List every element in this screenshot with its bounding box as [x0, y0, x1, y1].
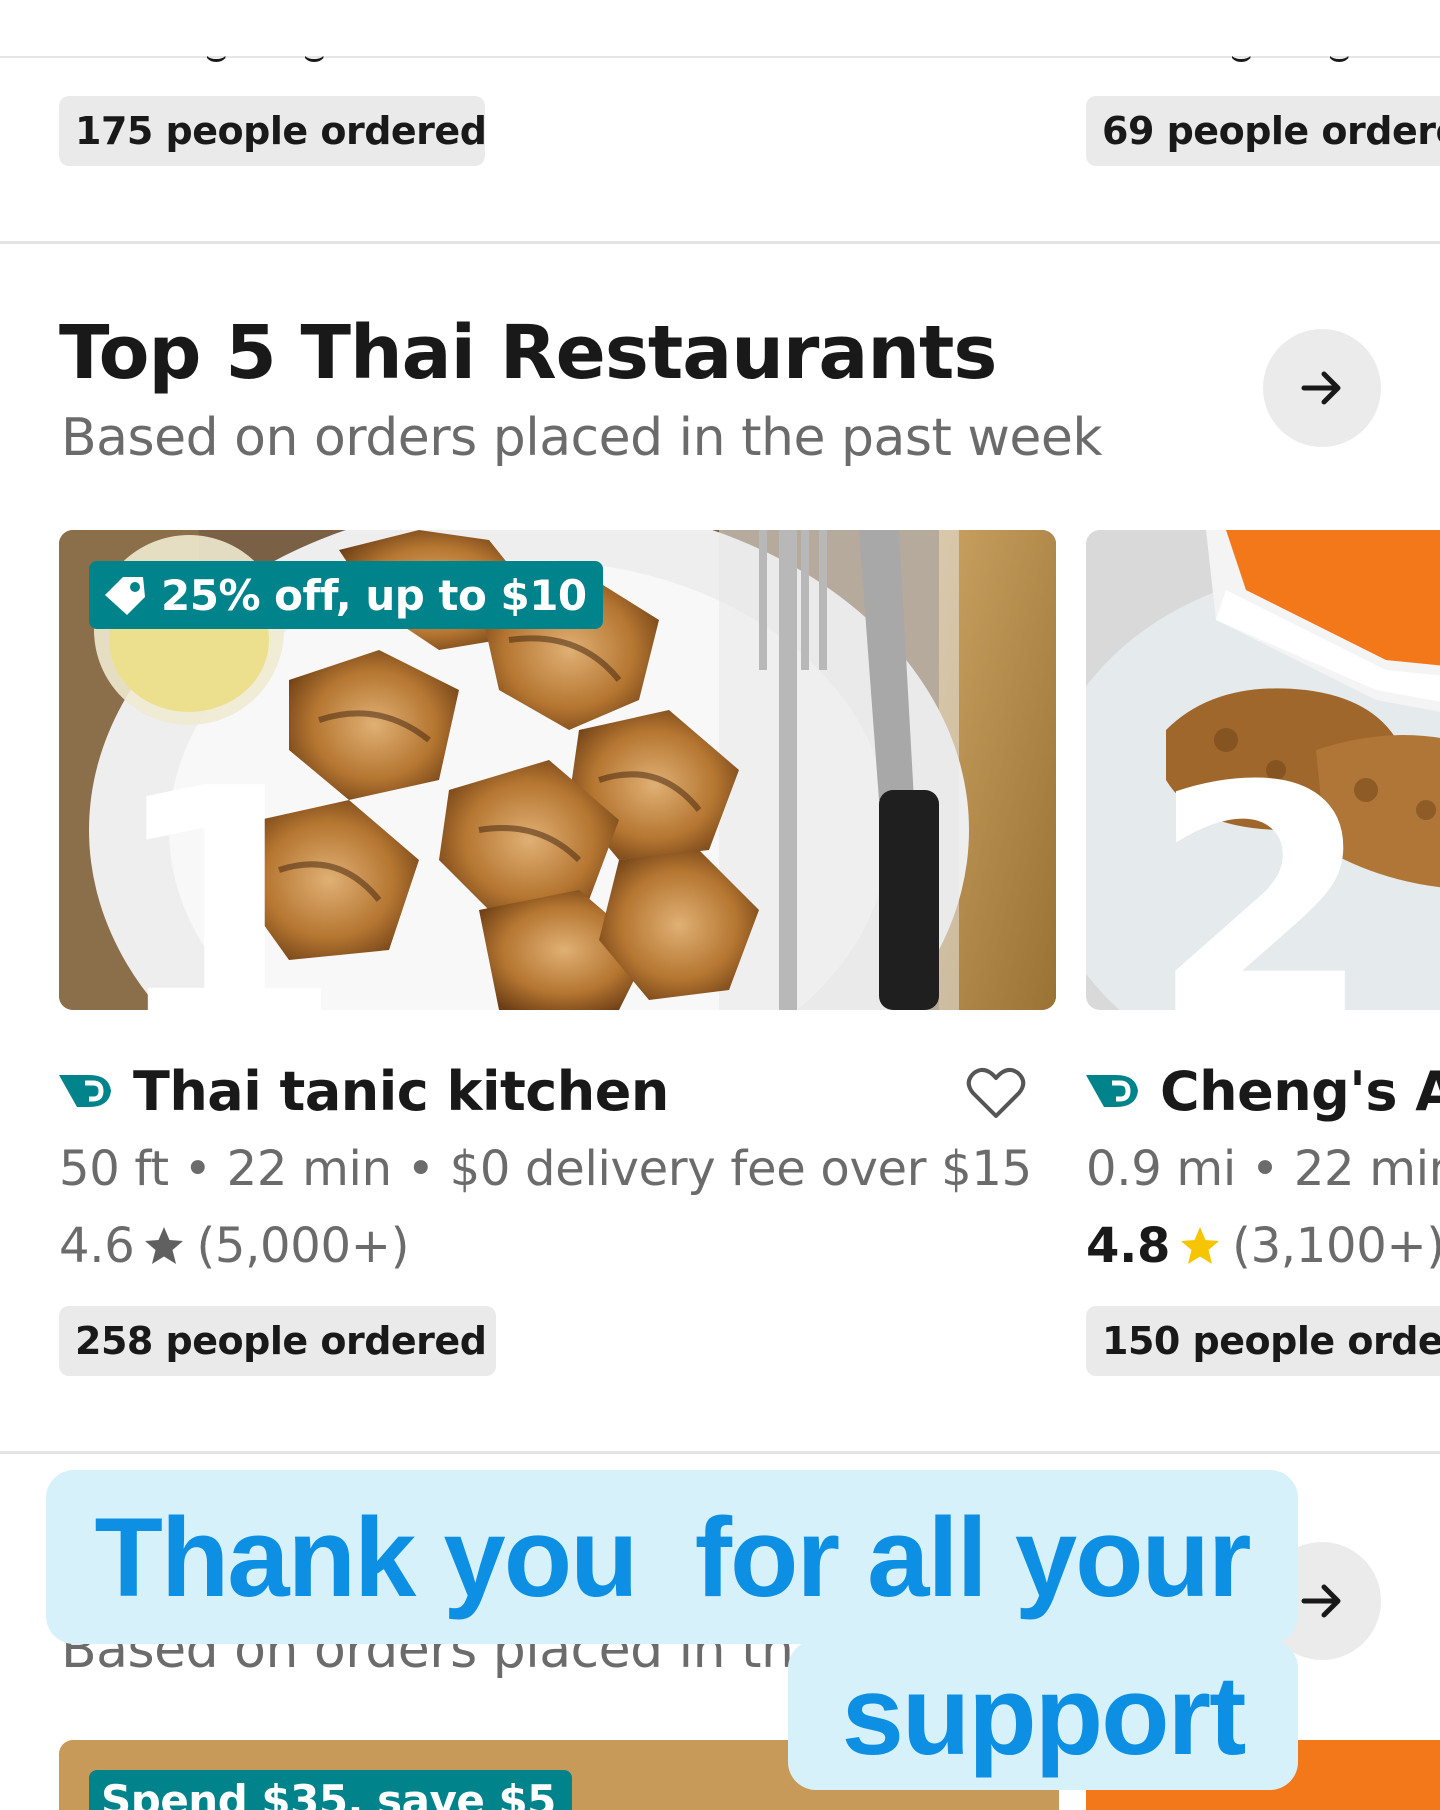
restaurant-meta: 50 ft • 22 min • $0 delivery fee over $1… [59, 1141, 1032, 1197]
star-icon [142, 1224, 186, 1268]
rating-value-2: 4.8 [1086, 1218, 1170, 1274]
promo-badge-2: Spend $35, save $5 [89, 1770, 572, 1810]
rating-value: 4.6 [59, 1218, 134, 1274]
clipped-rating-text: ⌣ ⌣ [205, 36, 325, 76]
rank-number-2: 2 [1150, 745, 1373, 1010]
promo-text: 25% off, up to $10 [161, 571, 587, 620]
overlay-caption-line1: Thank you for all your [46, 1470, 1298, 1644]
orders-count-pill-4: 150 people order [1086, 1306, 1440, 1376]
restaurant-name[interactable]: Thai tanic kitchen [133, 1060, 669, 1123]
section-title: Top 5 Thai Restaurants [59, 310, 996, 396]
orders-count-text-3: 258 people ordered [75, 1319, 486, 1363]
overlay-text-line1: Thank you for all your [94, 1493, 1249, 1622]
section-subtitle: Based on orders placed in the past week [61, 408, 1102, 468]
orders-count-pill-2: 69 people ordere [1086, 96, 1440, 166]
review-count: (5,000+) [196, 1218, 409, 1274]
heart-icon[interactable] [966, 1066, 1026, 1122]
dashpass-icon-2 [1086, 1071, 1144, 1111]
restaurant-name-2[interactable]: Cheng's A [1160, 1060, 1440, 1123]
section-divider [0, 241, 1440, 244]
see-all-button[interactable] [1263, 329, 1381, 447]
dashpass-icon [59, 1071, 117, 1111]
review-count-2: (3,100+) [1232, 1218, 1440, 1274]
orders-count-pill-3: 258 people ordered [59, 1306, 496, 1376]
orders-count-text-4: 150 people order [1102, 1319, 1440, 1363]
orders-count-text-2: 69 people ordere [1102, 109, 1440, 153]
arrow-right-icon-2 [1299, 1578, 1345, 1624]
overlay-text-line2: support [842, 1651, 1245, 1780]
restaurant-meta-2: 0.9 mi • 22 min [1086, 1141, 1440, 1197]
tag-icon [101, 573, 149, 617]
overlay-caption-line2: support [788, 1640, 1298, 1790]
section-divider-2 [0, 1451, 1440, 1454]
promo-badge: 25% off, up to $10 [89, 561, 603, 629]
arrow-right-icon [1299, 365, 1345, 411]
promo-text-2: Spend $35, save $5 [101, 1776, 556, 1810]
star-icon-gold [1178, 1224, 1222, 1268]
orders-count-text: 175 people ordered [75, 109, 485, 153]
rating-row: 4.6 (5,000+) [59, 1218, 409, 1274]
rank-number: 1 [108, 745, 345, 1010]
orders-count-pill: 175 people ordered [59, 96, 485, 166]
clipped-rating-text-2: ⌣ ⌣ [1230, 36, 1350, 76]
rating-row-2: 4.8 (3,100+) [1086, 1218, 1440, 1274]
